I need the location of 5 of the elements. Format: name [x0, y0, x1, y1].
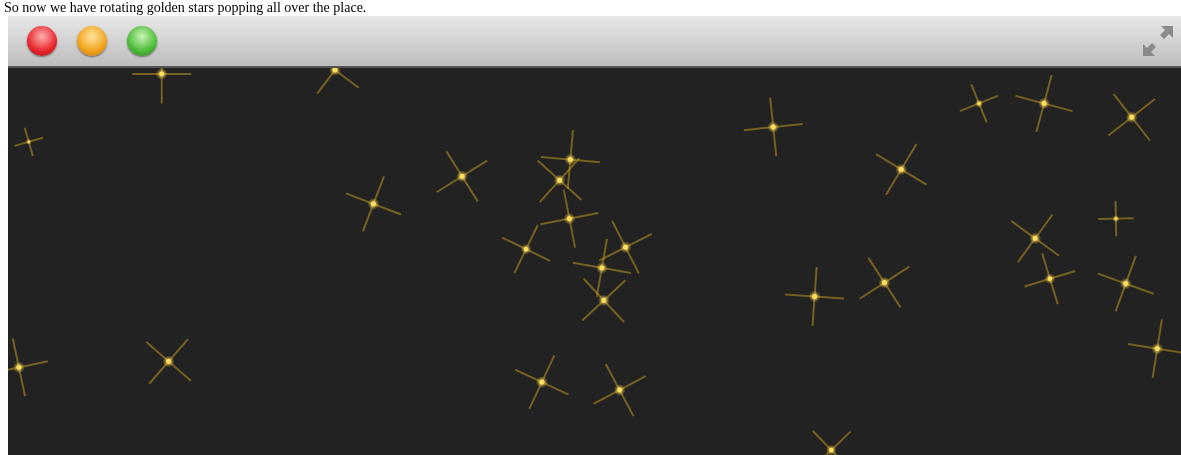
zoom-button[interactable]	[127, 26, 157, 56]
close-button[interactable]	[27, 26, 57, 56]
minimize-button[interactable]	[77, 26, 107, 56]
caption-text: So now we have rotating golden stars popping all over the place.	[3, 0, 368, 16]
fullscreen-icon[interactable]	[1141, 24, 1175, 58]
